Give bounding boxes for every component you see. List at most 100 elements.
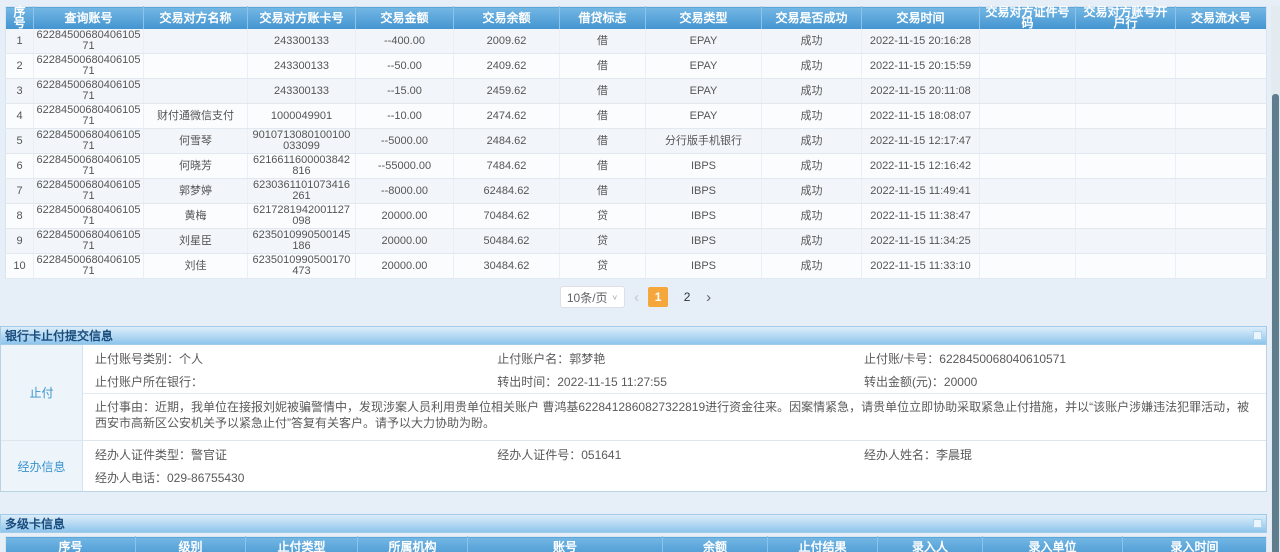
transaction-cell-seq: 4 — [6, 104, 34, 129]
chevron-down-icon: ∨ — [612, 293, 619, 302]
transaction-cell-balance: 62484.62 — [454, 179, 560, 204]
section-header-bar: 银行卡止付提交信息 — [0, 326, 1267, 345]
transaction-cell-account: 6228450068040610571 — [34, 129, 144, 154]
transaction-cell-seq: 8 — [6, 204, 34, 229]
transaction-cell-balance: 2474.62 — [454, 104, 560, 129]
transaction-cell-amount: --5000.00 — [356, 129, 454, 154]
transaction-cell-id_number — [980, 204, 1076, 229]
transaction-cell-account: 6228450068040610571 — [34, 254, 144, 279]
transaction-cell-serial — [1176, 79, 1267, 104]
transaction-row: 46228450068040610571财付通微信支付1000049901--1… — [6, 104, 1267, 129]
scrollbar-thumb[interactable] — [1272, 94, 1279, 552]
transaction-cell-bank — [1076, 79, 1176, 104]
transaction-cell-amount: --50.00 — [356, 54, 454, 79]
transaction-cell-flag: 贷 — [560, 204, 646, 229]
transaction-row: 76228450068040610571郭梦婷62303611010734162… — [6, 179, 1267, 204]
transaction-cell-serial — [1176, 129, 1267, 154]
transaction-cell-id_number — [980, 154, 1076, 179]
transaction-cell-time: 2022-11-15 12:17:47 — [862, 129, 980, 154]
transaction-cell-amount: 20000.00 — [356, 254, 454, 279]
transaction-cell-type: 分行版手机银行 — [646, 129, 762, 154]
transaction-cell-bank — [1076, 29, 1176, 54]
transaction-cell-counterparty: 何晓芳 — [144, 154, 248, 179]
multi-card-column-header: 余额 — [663, 537, 768, 552]
transaction-cell-flag: 借 — [560, 154, 646, 179]
transaction-cell-card: 243300133 — [248, 54, 356, 79]
vertical-scrollbar[interactable] — [1271, 6, 1280, 552]
transaction-cell-account: 6228450068040610571 — [34, 204, 144, 229]
field-stop-account-category: 止付账号类别：个人 — [83, 350, 485, 367]
transaction-cell-flag: 贷 — [560, 229, 646, 254]
transaction-cell-bank — [1076, 129, 1176, 154]
transaction-cell-balance: 2484.62 — [454, 129, 560, 154]
transaction-cell-flag: 借 — [560, 54, 646, 79]
transaction-column-header: 交易对方名称 — [144, 7, 248, 30]
transaction-cell-counterparty — [144, 29, 248, 54]
transaction-cell-type: IBPS — [646, 229, 762, 254]
transaction-cell-id_number — [980, 104, 1076, 129]
transaction-cell-serial — [1176, 229, 1267, 254]
transaction-cell-counterparty: 财付通微信支付 — [144, 104, 248, 129]
transaction-column-header: 借贷标志 — [560, 7, 646, 30]
section-title: 多级卡信息 — [5, 515, 65, 532]
transaction-cell-flag: 贷 — [560, 254, 646, 279]
group-label: 经办信息 — [1, 441, 83, 491]
transaction-cell-id_number — [980, 79, 1076, 104]
stop-payment-reason: 止付事由：近期，我单位在接报刘妮被骗警情中，发现涉案人员利用贵单位相关账户 曹鸿… — [83, 393, 1266, 438]
transaction-cell-time: 2022-11-15 11:33:10 — [862, 254, 980, 279]
transaction-cell-time: 2022-11-15 18:08:07 — [862, 104, 980, 129]
transaction-row: 16228450068040610571243300133--400.00200… — [6, 29, 1267, 54]
transaction-cell-type: IBPS — [646, 179, 762, 204]
transaction-cell-serial — [1176, 154, 1267, 179]
transaction-cell-bank — [1076, 54, 1176, 79]
transaction-cell-balance: 2009.62 — [454, 29, 560, 54]
field-operator-phone: 经办人电话：029-86755430 — [83, 469, 485, 486]
stop-payment-section: 银行卡止付提交信息 止付止付账号类别：个人止付账户名：郭梦艳止付账/卡号：622… — [0, 326, 1267, 492]
group-content: 止付账号类别：个人止付账户名：郭梦艳止付账/卡号：622845006804061… — [83, 345, 1266, 440]
transaction-cell-serial — [1176, 104, 1267, 129]
transaction-cell-seq: 10 — [6, 254, 34, 279]
transaction-cell-serial — [1176, 254, 1267, 279]
transaction-row: 86228450068040610571黄梅621728194200112709… — [6, 204, 1267, 229]
transaction-cell-type: EPAY — [646, 29, 762, 54]
transaction-cell-flag: 借 — [560, 29, 646, 54]
transaction-cell-bank — [1076, 204, 1176, 229]
transaction-cell-account: 6228450068040610571 — [34, 179, 144, 204]
transaction-column-header: 查询账号 — [34, 7, 144, 30]
transaction-column-header: 交易余额 — [454, 7, 560, 30]
prev-page-icon[interactable]: ‹ — [634, 290, 639, 305]
page-button-2[interactable]: 2 — [677, 287, 697, 307]
multi-card-table: 序号级别止付类型所属机构账号余额止付结果录入人录入单位录入时间 1一级第三方止付… — [5, 536, 1267, 552]
transactions-section: 序号查询账号交易对方名称交易对方账卡号交易金额交易余额借贷标志交易类型交易是否成… — [5, 6, 1266, 308]
transaction-cell-account: 6228450068040610571 — [34, 79, 144, 104]
next-page-icon[interactable]: › — [706, 290, 711, 305]
field-stop-account-name: 止付账户名：郭梦艳 — [485, 350, 852, 367]
stop-payment-body: 止付止付账号类别：个人止付账户名：郭梦艳止付账/卡号：6228450068040… — [0, 345, 1267, 492]
transaction-row: 56228450068040610571何雪琴90107130801001000… — [6, 129, 1267, 154]
transaction-cell-seq: 5 — [6, 129, 34, 154]
field-transfer-out-amount: 转出金额(元)：20000 — [852, 373, 1266, 390]
page-button-1[interactable]: 1 — [648, 287, 668, 307]
transaction-cell-card: 1000049901 — [248, 104, 356, 129]
page-size-label: 10条/页 — [567, 289, 608, 306]
transaction-cell-card: 243300133 — [248, 29, 356, 54]
transaction-cell-account: 6228450068040610571 — [34, 154, 144, 179]
transaction-cell-id_number — [980, 129, 1076, 154]
collapse-icon[interactable] — [1253, 519, 1262, 528]
transaction-cell-amount: 20000.00 — [356, 204, 454, 229]
transaction-cell-time: 2022-11-15 20:16:28 — [862, 29, 980, 54]
transaction-cell-amount: --55000.00 — [356, 154, 454, 179]
field-row: 止付账号类别：个人止付账户名：郭梦艳止付账/卡号：622845006804061… — [83, 347, 1266, 370]
field-transfer-out-time: 转出时间：2022-11-15 11:27:55 — [485, 373, 852, 390]
transaction-cell-card: 243300133 — [248, 79, 356, 104]
transaction-cell-success: 成功 — [762, 29, 862, 54]
transaction-cell-seq: 2 — [6, 54, 34, 79]
transaction-cell-amount: --10.00 — [356, 104, 454, 129]
page-size-select[interactable]: 10条/页 ∨ — [560, 286, 625, 308]
transaction-cell-card: 6235010990500145186 — [248, 229, 356, 254]
multi-card-column-header: 所属机构 — [358, 537, 468, 552]
group-label: 止付 — [1, 345, 83, 440]
collapse-icon[interactable] — [1253, 331, 1262, 340]
transaction-cell-counterparty — [144, 54, 248, 79]
multi-card-column-header: 录入单位 — [983, 537, 1123, 552]
